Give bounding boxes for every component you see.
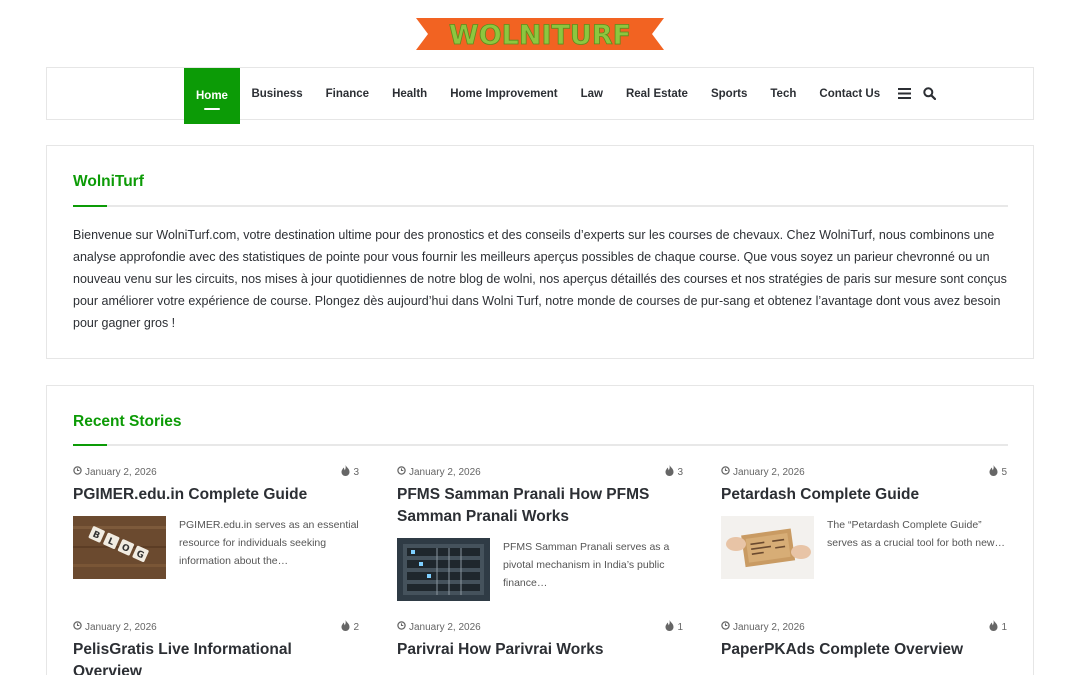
fire-icon bbox=[989, 620, 998, 634]
nav-item-health[interactable]: Health bbox=[381, 68, 439, 119]
main-navigation: Home Business Finance Health Home Improv… bbox=[46, 67, 1034, 124]
post-views: 1 bbox=[677, 621, 683, 633]
post-date: January 2, 2026 bbox=[733, 466, 805, 478]
clock-icon bbox=[73, 466, 82, 478]
about-text: Bienvenue sur WolniTurf.com, votre desti… bbox=[73, 228, 1007, 330]
menu-icon[interactable] bbox=[892, 68, 917, 119]
post-title[interactable]: PaperPKAds Complete Overview bbox=[721, 639, 1007, 661]
fire-icon bbox=[989, 465, 998, 479]
post-date: January 2, 2026 bbox=[409, 466, 481, 478]
logo-banner-graphic: WOLNITURF bbox=[416, 18, 664, 51]
recent-stories-widget: Recent Stories January 2, 2026 3 PGIMER.… bbox=[46, 385, 1034, 675]
site-logo[interactable]: WOLNITURF bbox=[416, 16, 664, 52]
post-title[interactable]: PelisGratis Live Informational Overview bbox=[73, 639, 359, 675]
post-title[interactable]: Parivrai How Parivrai Works bbox=[397, 639, 683, 661]
nav-item-sports[interactable]: Sports bbox=[699, 68, 758, 119]
about-title: WolniTurf bbox=[73, 173, 144, 190]
post-card: January 2, 2026 3 PGIMER.edu.in Complete… bbox=[73, 465, 359, 579]
post-excerpt: PFMS Samman Pranali serves as a pivotal … bbox=[503, 541, 670, 589]
post-title[interactable]: PGIMER.edu.in Complete Guide bbox=[73, 484, 359, 506]
nav-item-business[interactable]: Business bbox=[240, 68, 314, 119]
post-card: January 2, 2026 2 PelisGratis Live Infor… bbox=[73, 620, 359, 675]
search-icon[interactable] bbox=[917, 68, 942, 119]
post-date: January 2, 2026 bbox=[409, 621, 481, 633]
post-views: 5 bbox=[1001, 466, 1007, 478]
post-thumbnail[interactable] bbox=[721, 516, 814, 579]
post-title[interactable]: PFMS Samman Pranali How PFMS Samman Pran… bbox=[397, 484, 683, 528]
post-card: January 2, 2026 1 Parivrai How Parivrai … bbox=[397, 620, 683, 661]
logo-text: WOLNITURF bbox=[449, 20, 631, 51]
post-date: January 2, 2026 bbox=[85, 621, 157, 633]
fire-icon bbox=[665, 465, 674, 479]
post-card: January 2, 2026 5 Petardash Complete Gui… bbox=[721, 465, 1007, 579]
post-thumbnail[interactable]: B L O G bbox=[73, 516, 166, 579]
post-views: 2 bbox=[353, 621, 359, 633]
nav-item-home-improvement[interactable]: Home Improvement bbox=[439, 68, 569, 119]
about-title-divider bbox=[73, 205, 1008, 207]
clock-icon bbox=[397, 466, 406, 478]
nav-item-finance[interactable]: Finance bbox=[314, 68, 380, 119]
post-excerpt: PGIMER.edu.in serves as an essential res… bbox=[179, 519, 359, 567]
post-views: 3 bbox=[353, 466, 359, 478]
clock-icon bbox=[397, 621, 406, 633]
clock-icon bbox=[721, 466, 730, 478]
fire-icon bbox=[341, 465, 350, 479]
post-excerpt: The “Petardash Complete Guide” serves as… bbox=[827, 519, 1005, 549]
fire-icon bbox=[665, 620, 674, 634]
fire-icon bbox=[341, 620, 350, 634]
nav-item-contact-us[interactable]: Contact Us bbox=[808, 68, 892, 119]
nav-item-real-estate[interactable]: Real Estate bbox=[614, 68, 699, 119]
post-card: January 2, 2026 1 PaperPKAds Complete Ov… bbox=[721, 620, 1007, 661]
clock-icon bbox=[721, 621, 730, 633]
clock-icon bbox=[73, 621, 82, 633]
post-date: January 2, 2026 bbox=[733, 621, 805, 633]
post-date: January 2, 2026 bbox=[85, 466, 157, 478]
recent-stories-title: Recent Stories bbox=[73, 413, 182, 430]
post-views: 1 bbox=[1001, 621, 1007, 633]
nav-item-home[interactable]: Home bbox=[184, 68, 240, 124]
recent-stories-divider bbox=[73, 444, 1008, 446]
about-widget: WolniTurf Bienvenue sur WolniTurf.com, v… bbox=[46, 145, 1034, 359]
nav-item-law[interactable]: Law bbox=[569, 68, 614, 119]
post-card: January 2, 2026 3 PFMS Samman Pranali Ho… bbox=[397, 465, 683, 601]
post-views: 3 bbox=[677, 466, 683, 478]
nav-item-tech[interactable]: Tech bbox=[759, 68, 808, 119]
post-title[interactable]: Petardash Complete Guide bbox=[721, 484, 1007, 506]
post-thumbnail[interactable] bbox=[397, 538, 490, 601]
